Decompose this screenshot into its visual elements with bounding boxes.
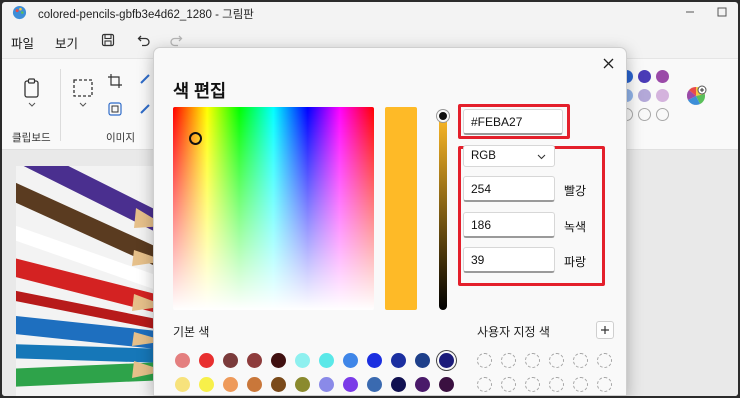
custom-color-slot[interactable] <box>597 377 612 392</box>
basic-color-swatch[interactable] <box>439 353 454 368</box>
basic-color-swatch[interactable] <box>271 353 286 368</box>
basic-color-swatch[interactable] <box>367 377 382 392</box>
selection-rectangle-icon <box>73 79 93 107</box>
custom-color-slot[interactable] <box>573 353 588 368</box>
maximize-button[interactable] <box>713 4 731 20</box>
spectrum-picker-handle[interactable] <box>189 132 202 145</box>
resize-icon <box>108 102 122 116</box>
palette-color[interactable] <box>638 70 651 83</box>
colored-pencils-image <box>16 166 156 396</box>
maximize-icon <box>717 7 727 17</box>
red-label: 빨강 <box>564 184 587 198</box>
menu-view[interactable]: 보기 <box>55 33 78 52</box>
select-button[interactable] <box>72 77 94 107</box>
custom-color-slot[interactable] <box>573 377 588 392</box>
color-mode-select[interactable]: RGB <box>463 145 555 167</box>
pencil-tool-icon <box>140 74 150 84</box>
save-icon <box>101 33 115 47</box>
palette-color[interactable] <box>638 89 651 102</box>
ribbon-divider <box>60 69 61 141</box>
basic-color-swatch[interactable] <box>343 353 358 368</box>
fill-tool-icon <box>140 104 150 114</box>
brightness-slider-thumb[interactable] <box>437 110 449 122</box>
custom-color-slot[interactable] <box>597 353 612 368</box>
clipboard-group-label: 클립보드 <box>12 132 51 144</box>
dialog-title: 색 편집 <box>173 81 227 101</box>
tool-button[interactable] <box>140 73 152 87</box>
basic-color-swatch[interactable] <box>199 353 214 368</box>
basic-color-swatch[interactable] <box>319 353 334 368</box>
clipboard-button[interactable] <box>21 77 43 107</box>
green-input[interactable]: 186 <box>463 212 555 238</box>
palette-color[interactable] <box>656 89 669 102</box>
custom-color-slot[interactable] <box>477 353 492 368</box>
basic-color-swatch[interactable] <box>295 377 310 392</box>
undo-icon <box>137 35 150 47</box>
paint-app-icon <box>12 5 27 20</box>
window-title: colored-pencils-gbfb3e4d62_1280 - 그림판 <box>38 9 254 21</box>
close-button[interactable] <box>598 53 618 73</box>
basic-color-swatch[interactable] <box>343 377 358 392</box>
basic-colors-label: 기본 색 <box>173 325 210 339</box>
basic-color-swatch[interactable] <box>439 377 454 392</box>
custom-color-slot[interactable] <box>525 353 540 368</box>
title-bar: colored-pencils-gbfb3e4d62_1280 - 그림판 <box>2 2 738 24</box>
basic-color-swatch[interactable] <box>367 353 382 368</box>
basic-color-swatch[interactable] <box>175 353 190 368</box>
fill-button[interactable] <box>140 103 152 117</box>
brightness-slider[interactable] <box>439 114 447 310</box>
blue-input[interactable]: 39 <box>463 247 555 273</box>
canvas-image[interactable] <box>16 166 156 396</box>
custom-color-slot[interactable] <box>525 377 540 392</box>
image-group-label: 이미지 <box>106 132 135 144</box>
minimize-button[interactable] <box>681 4 699 20</box>
basic-color-swatch[interactable] <box>415 377 430 392</box>
menu-file[interactable]: 파일 <box>11 33 34 52</box>
close-icon <box>603 58 613 68</box>
basic-color-swatch[interactable] <box>223 353 238 368</box>
basic-color-swatch[interactable] <box>175 377 190 392</box>
palette-empty-slot[interactable] <box>638 108 651 121</box>
basic-color-swatch[interactable] <box>415 353 430 368</box>
basic-color-swatch[interactable] <box>247 377 262 392</box>
color-spectrum[interactable] <box>173 107 374 310</box>
paint-window: colored-pencils-gbfb3e4d62_1280 - 그림판 파일… <box>2 2 738 396</box>
custom-color-slot[interactable] <box>549 353 564 368</box>
color-wheel-icon <box>686 85 707 105</box>
palette-empty-slot[interactable] <box>656 108 669 121</box>
basic-color-swatch[interactable] <box>319 377 334 392</box>
minimize-icon <box>686 11 694 13</box>
crop-icon <box>108 74 122 88</box>
custom-color-slot[interactable] <box>549 377 564 392</box>
basic-color-swatch[interactable] <box>391 353 406 368</box>
undo-button[interactable] <box>134 30 154 50</box>
plus-icon <box>601 326 609 334</box>
resize-button[interactable] <box>107 101 123 117</box>
hex-input[interactable]: #FEBA27 <box>463 109 563 135</box>
redo-icon <box>170 35 183 47</box>
basic-color-swatch[interactable] <box>247 353 262 368</box>
chevron-down-icon <box>537 154 546 160</box>
basic-color-swatch[interactable] <box>295 353 310 368</box>
palette-color[interactable] <box>656 70 669 83</box>
custom-colors-label: 사용자 지정 색 <box>477 325 550 339</box>
edit-colors-button[interactable] <box>685 85 707 107</box>
color-mode-value: RGB <box>471 150 496 162</box>
basic-color-swatch[interactable] <box>391 377 406 392</box>
red-input[interactable]: 254 <box>463 176 555 202</box>
custom-color-slot[interactable] <box>501 377 516 392</box>
save-button[interactable] <box>98 30 118 50</box>
edit-color-dialog: 색 편집 #FEBA27 RGB 254 빨강 186 녹색 39 파랑 기본 … <box>153 47 627 396</box>
clipboard-icon <box>24 78 39 107</box>
add-custom-color-button[interactable] <box>596 321 614 339</box>
blue-label: 파랑 <box>564 255 587 269</box>
basic-color-swatch[interactable] <box>199 377 214 392</box>
crop-button[interactable] <box>107 73 123 89</box>
basic-color-swatch[interactable] <box>271 377 286 392</box>
custom-color-slot[interactable] <box>477 377 492 392</box>
color-preview <box>385 107 417 310</box>
custom-color-slot[interactable] <box>501 353 516 368</box>
basic-color-swatch[interactable] <box>223 377 238 392</box>
green-label: 녹색 <box>564 220 587 234</box>
